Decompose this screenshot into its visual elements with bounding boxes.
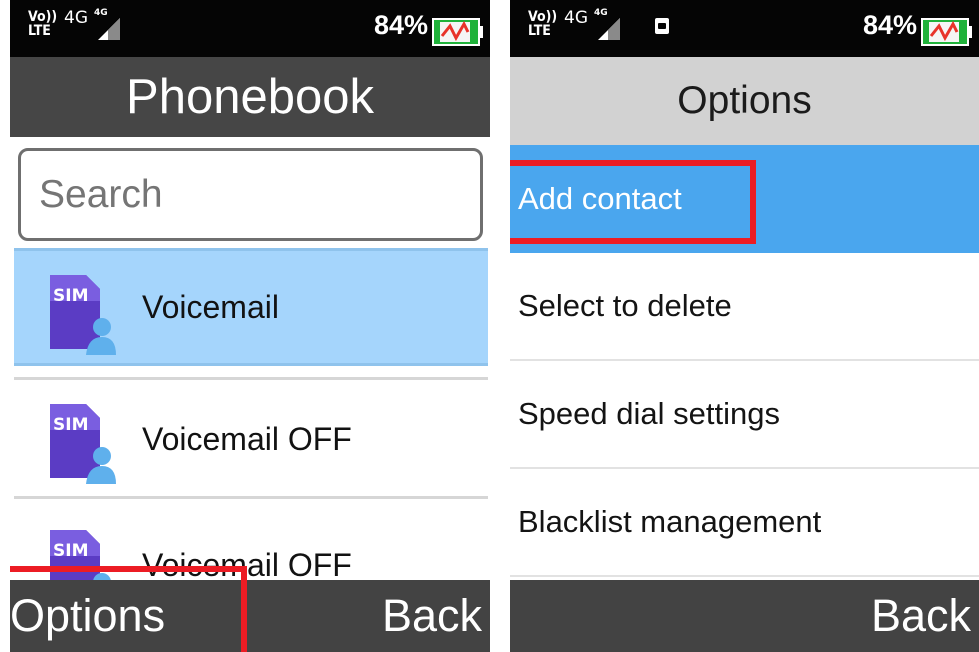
softkey-bar: Back [510,580,979,652]
sim-contact-icon: SIM [50,404,116,484]
network-type: 4G [64,8,88,28]
signal-network-label: 4G [94,8,108,18]
lte-label: LTE [28,23,51,39]
menu-item-select-to-delete[interactable]: Select to delete [510,253,979,361]
signal-icon: 4G [94,8,124,42]
svg-text:SIM: SIM [53,541,89,561]
battery-icon [921,18,973,46]
contact-row-voicemail-off[interactable]: SIM Voicemail OFF [14,380,488,498]
image-notification-icon [655,18,669,34]
softkey-bar: Options Back [10,580,490,652]
menu-item-add-contact[interactable]: Add contact [510,145,979,253]
volte-indicator: Vo)) LTE [528,10,558,38]
volte-label: Vo)) [528,9,558,25]
sim-contact-icon: SIM [50,275,116,355]
options-screen: Vo)) LTE 4G 4G 84% Options Add contact S… [510,0,979,652]
svg-text:SIM: SIM [53,415,89,435]
contact-name: Voicemail OFF [142,420,352,457]
battery-percent: 84% [373,10,428,40]
search-input[interactable] [18,148,483,241]
phonebook-screen: Vo)) LTE 4G 4G 84% Phonebook SIM Voi [10,0,490,652]
menu-item-label: Select to delete [518,288,732,323]
lte-label: LTE [528,23,551,39]
page-title: Phonebook [10,57,490,137]
signal-icon: 4G [594,8,624,42]
list-divider [14,496,488,499]
svg-text:SIM: SIM [53,286,89,306]
menu-item-speed-dial-settings[interactable]: Speed dial settings [510,361,979,469]
menu-item-label: Speed dial settings [518,396,780,431]
menu-item-label: Blacklist management [518,504,822,539]
page-title: Options [510,57,979,145]
status-bar: Vo)) LTE 4G 4G 84% [510,0,979,57]
volte-label: Vo)) [28,9,58,25]
signal-network-label: 4G [594,8,608,18]
options-softkey[interactable]: Options [10,580,165,652]
menu-item-blacklist-management[interactable]: Blacklist management [510,469,979,577]
contact-row-voicemail[interactable]: SIM Voicemail [14,248,488,366]
battery-icon [432,18,484,46]
contact-name: Voicemail [142,288,279,325]
battery-percent: 84% [862,10,917,40]
network-type: 4G [564,8,588,28]
volte-indicator: Vo)) LTE [28,10,58,38]
back-softkey[interactable]: Back [871,580,971,652]
back-softkey[interactable]: Back [382,580,482,652]
status-bar: Vo)) LTE 4G 4G 84% [10,0,490,57]
contact-name: Voicemail OFF [142,546,352,583]
menu-item-label: Add contact [518,181,682,216]
